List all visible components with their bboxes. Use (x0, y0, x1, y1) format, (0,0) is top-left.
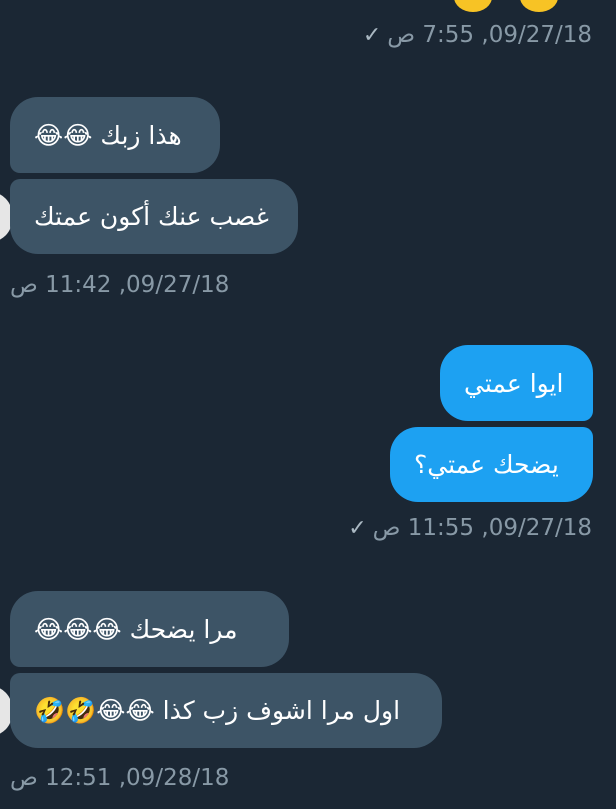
message-timestamp: 09/27/18, 7:55 ص ✓ (363, 22, 592, 48)
incoming-message[interactable]: هذا زبك 😂😂 (10, 97, 220, 173)
checkmark-icon: ✓ (348, 515, 367, 541)
timestamp-text: 09/27/18, 11:55 ص (372, 515, 592, 541)
outgoing-message[interactable]: ايوا عمتي (440, 345, 593, 421)
conversation-thread: 09/27/18, 7:55 ص ✓ هذا زبك 😂😂 غصب عنك أك… (0, 0, 616, 809)
checkmark-icon: ✓ (362, 22, 382, 48)
message-text: يضحك عمتي؟ (414, 450, 559, 479)
incoming-message[interactable]: اول مرا اشوف زب كذا 😂😂🤣🤣 (10, 673, 442, 748)
message-text: مرا يضحك 😂😂😂 (34, 614, 238, 644)
emoji-partial (454, 0, 492, 12)
incoming-message[interactable]: مرا يضحك 😂😂😂 (10, 591, 289, 667)
timestamp-text: 09/27/18, 11:42 ص (10, 272, 230, 298)
message-text: غصب عنك أكون عمتك (34, 202, 269, 231)
message-text: اول مرا اشوف زب كذا 😂😂🤣🤣 (34, 696, 401, 725)
timestamp-text: 09/27/18, 7:55 ص (387, 22, 592, 48)
message-text: هذا زبك 😂😂 (34, 120, 182, 150)
outgoing-message[interactable]: يضحك عمتي؟ (390, 427, 593, 502)
timestamp-text: 09/28/18, 12:51 ص (10, 765, 230, 791)
message-timestamp: 09/27/18, 11:55 ص ✓ (348, 515, 592, 541)
emoji-partial (520, 0, 558, 12)
message-text: ايوا عمتي (464, 368, 564, 398)
incoming-message[interactable]: غصب عنك أكون عمتك (10, 179, 298, 254)
message-timestamp: 09/28/18, 12:51 ص (10, 765, 229, 791)
message-timestamp: 09/27/18, 11:42 ص (10, 272, 229, 298)
